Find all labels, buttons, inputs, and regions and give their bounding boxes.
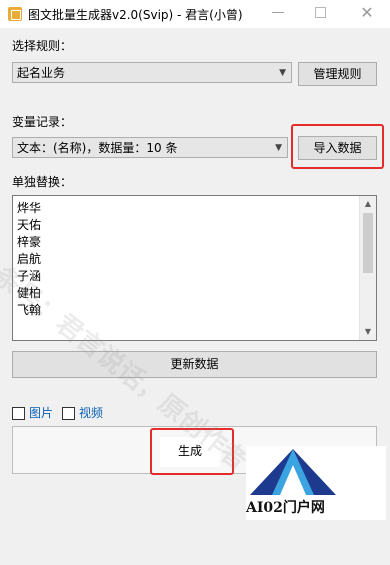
rules-selected-value: 起名业务 <box>17 66 66 80</box>
list-item[interactable]: 子涵 <box>17 268 376 285</box>
list-item[interactable]: 天佑 <box>17 217 376 234</box>
image-checkbox[interactable] <box>12 407 25 420</box>
scroll-up-icon[interactable]: ▲ <box>360 196 376 212</box>
variables-label: 变量记录： <box>12 115 73 129</box>
variables-select[interactable]: 文本：(名称)，数据量：10 条 ▼ <box>12 137 288 158</box>
update-data-button[interactable]: 更新数据 <box>12 351 377 378</box>
image-checkbox-label[interactable]: 图片 <box>29 404 53 421</box>
list-item[interactable]: 烨华 <box>17 200 376 217</box>
variables-selected-value: 文本：(名称)，数据量：10 条 <box>17 141 178 155</box>
scrollbar-thumb[interactable] <box>363 213 373 273</box>
maximize-button[interactable] <box>298 0 342 28</box>
maximize-icon <box>314 7 326 18</box>
app-icon <box>8 7 22 21</box>
import-data-button[interactable]: 导入数据 <box>298 136 377 160</box>
scroll-down-icon[interactable]: ▼ <box>360 324 376 340</box>
list-item[interactable]: 健柏 <box>17 285 376 302</box>
list-item[interactable]: 启航 <box>17 251 376 268</box>
chevron-down-icon: ▼ <box>275 143 282 153</box>
video-checkbox[interactable] <box>62 407 75 420</box>
list-item[interactable]: 梓豪 <box>17 234 376 251</box>
vertical-scrollbar[interactable]: ▲ ▼ <box>359 196 376 340</box>
title-bar: 图文批量生成器v2.0(Svip) - 君言(小曾) — ✕ <box>0 0 390 28</box>
close-button[interactable]: ✕ <box>345 0 389 28</box>
rules-select[interactable]: 起名业务 ▼ <box>12 62 292 83</box>
chevron-down-icon: ▼ <box>279 68 286 78</box>
window-title: 图文批量生成器v2.0(Svip) - 君言(小曾) <box>28 8 243 22</box>
minimize-button[interactable]: — <box>256 0 300 28</box>
video-checkbox-label[interactable]: 视频 <box>79 404 103 421</box>
replace-label: 单独替换： <box>12 175 73 189</box>
manage-rules-button[interactable]: 管理规则 <box>298 62 377 86</box>
logo-icon <box>250 449 336 495</box>
logo-text: AI02门户网 <box>246 500 325 516</box>
rules-label: 选择规则： <box>12 39 73 53</box>
